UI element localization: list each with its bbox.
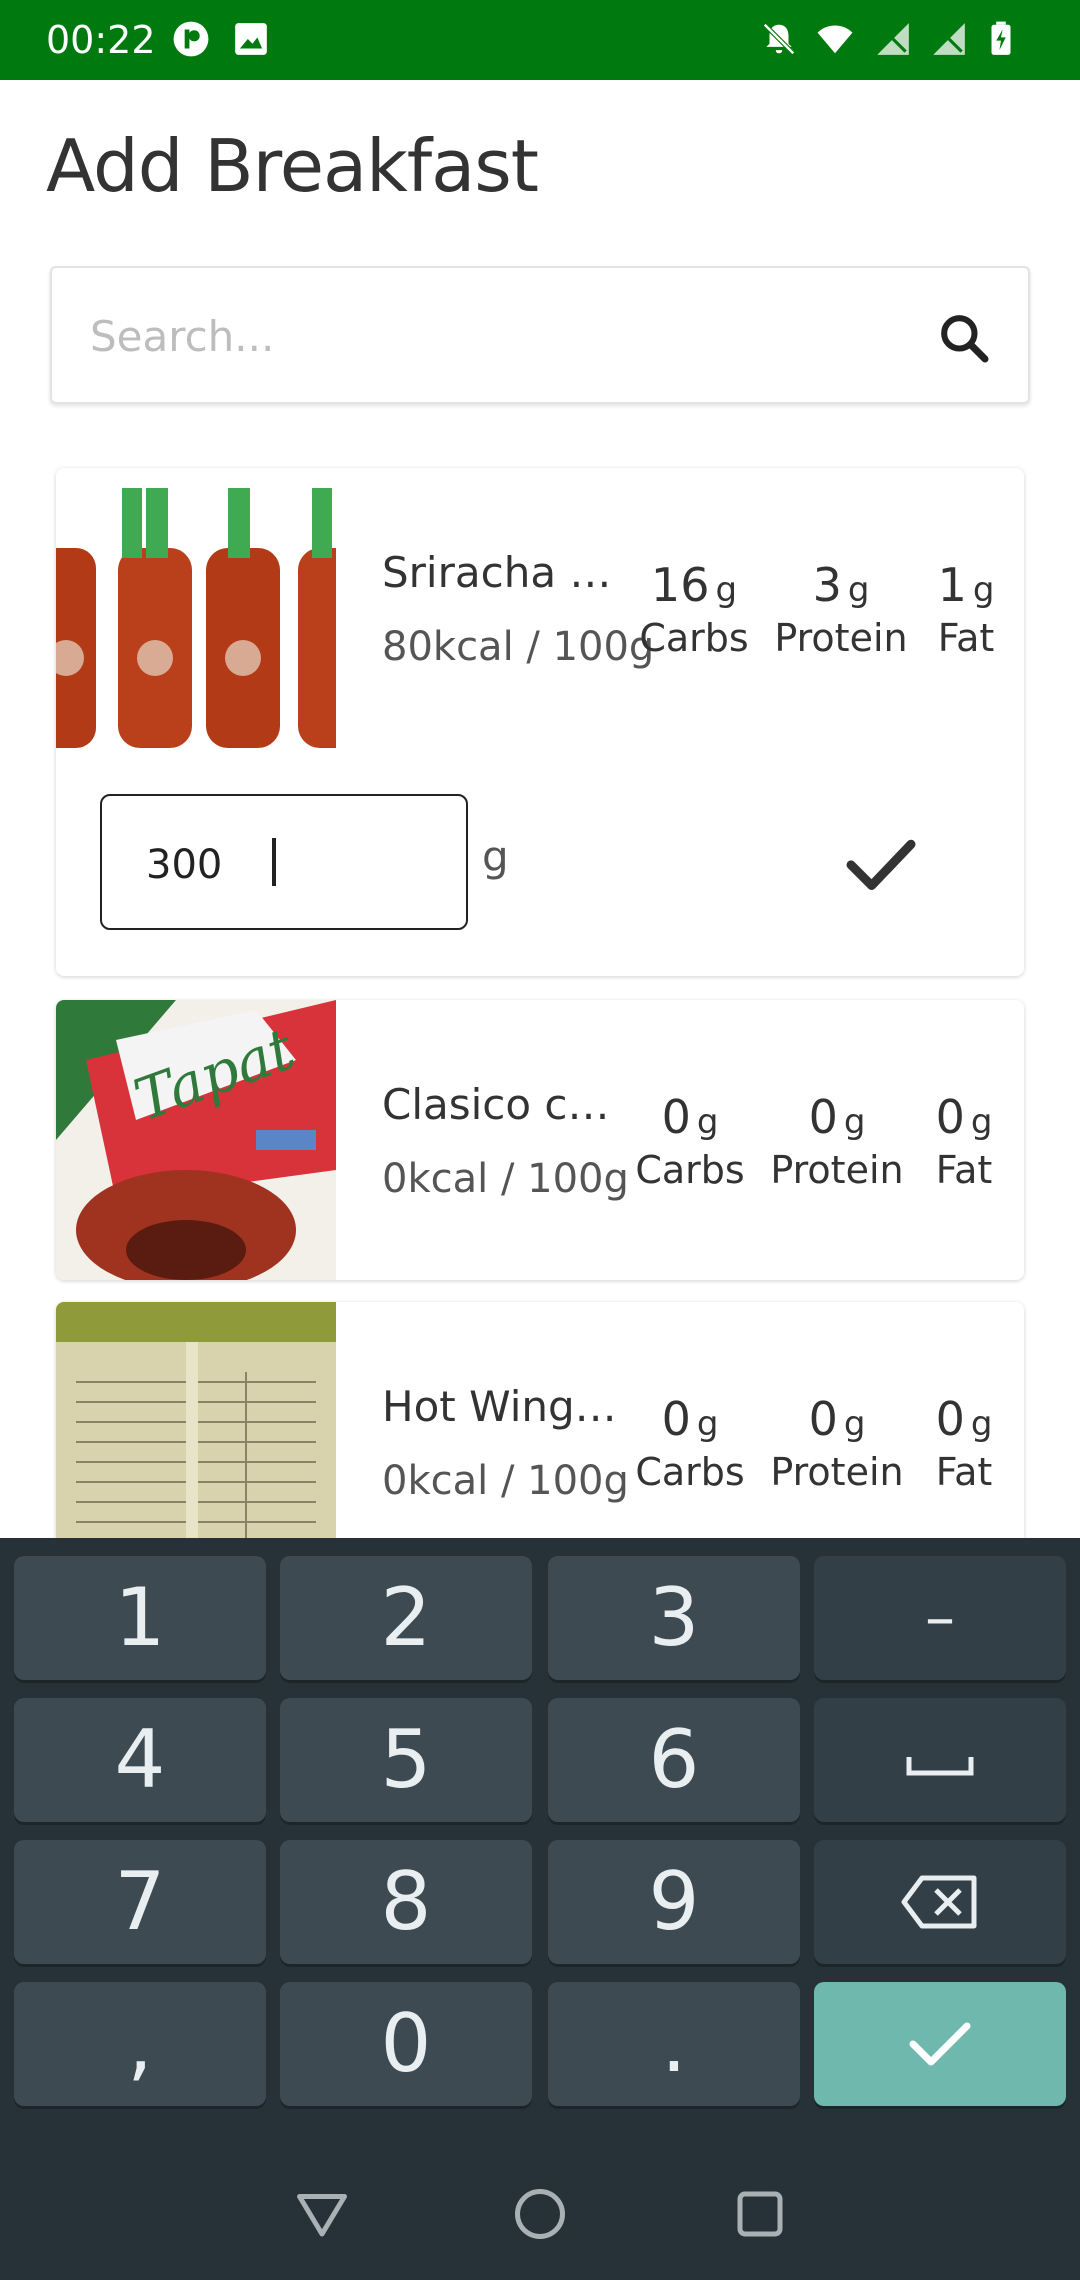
macro-carbs: 16 g Carbs: [634, 558, 754, 660]
macro-carbs: 0g Carbs: [630, 1090, 750, 1192]
home-circle-icon[interactable]: [510, 2184, 570, 2244]
battery-charging-icon: [991, 21, 1011, 55]
image-icon: [235, 23, 267, 55]
key-6[interactable]: 6: [548, 1698, 800, 1822]
macro-protein: 0g Protein: [762, 1090, 912, 1192]
key-9[interactable]: 9: [548, 1840, 800, 1964]
macro-fat: 0g Fat: [914, 1090, 1014, 1192]
key-7[interactable]: 7: [14, 1840, 266, 1964]
macro-protein: 0g Protein: [762, 1392, 912, 1494]
fat-value: 0: [935, 1392, 965, 1446]
amount-field[interactable]: [100, 794, 468, 930]
protein-value: 3: [812, 558, 842, 612]
amount-unit: g: [482, 832, 509, 881]
food-name: Clasico chil...: [382, 1080, 632, 1129]
fat-value: 0: [935, 1090, 965, 1144]
key-backspace[interactable]: [814, 1840, 1066, 1964]
carbs-label: Carbs: [635, 1148, 745, 1192]
key-1[interactable]: 1: [14, 1556, 266, 1680]
signal-off-icon: [933, 23, 965, 55]
key-8[interactable]: 8: [280, 1840, 532, 1964]
recents-square-icon[interactable]: [730, 2184, 790, 2244]
confirm-check-icon[interactable]: [836, 818, 926, 908]
back-triangle-icon[interactable]: [292, 2184, 352, 2244]
food-name: Hot Wings 1: [382, 1382, 632, 1431]
page-title: Add Breakfast: [46, 124, 539, 208]
protein-unit: g: [847, 570, 870, 610]
key-4[interactable]: 4: [14, 1698, 266, 1822]
key-minus[interactable]: –: [814, 1556, 1066, 1680]
key-5[interactable]: 5: [280, 1698, 532, 1822]
check-icon: [909, 2022, 971, 2066]
protein-unit: g: [843, 1404, 866, 1444]
text-cursor: [272, 838, 276, 886]
fat-value: 1: [937, 558, 967, 612]
protein-label: Protein: [770, 1148, 904, 1192]
protein-value: 0: [808, 1090, 838, 1144]
app-notification-icon: [173, 21, 209, 57]
protein-label: Protein: [770, 1450, 904, 1494]
protein-unit: g: [843, 1102, 866, 1142]
search-icon[interactable]: [936, 310, 992, 366]
macro-fat: 1g Fat: [916, 558, 1016, 660]
carbs-value: 0: [661, 1392, 691, 1446]
search-box[interactable]: [50, 266, 1030, 404]
carbs-unit: g: [696, 1404, 719, 1444]
food-thumbnail: Tapat: [56, 1000, 336, 1280]
space-icon: [906, 1757, 974, 1776]
amount-input[interactable]: [144, 832, 438, 898]
food-card[interactable]: Tapat Clasico chil... 0kcal / 100g 0g Ca…: [56, 1000, 1024, 1280]
fat-unit: g: [972, 570, 995, 610]
key-space[interactable]: [814, 1698, 1066, 1822]
carbs-unit: g: [696, 1102, 719, 1142]
protein-value: 0: [808, 1392, 838, 1446]
food-kcal: 0kcal / 100g: [382, 1156, 629, 1202]
food-card[interactable]: Sriracha ho... 80kcal / 100g 16g Carbs 3…: [56, 468, 1024, 976]
key-0[interactable]: 0: [280, 1982, 532, 2106]
search-input[interactable]: [88, 302, 912, 370]
fat-label: Fat: [935, 1450, 993, 1494]
fat-unit: g: [970, 1404, 993, 1444]
key-enter[interactable]: [814, 1982, 1066, 2106]
bell-off-icon: [763, 23, 795, 55]
food-name: Sriracha ho...: [382, 548, 632, 597]
key-3[interactable]: 3: [548, 1556, 800, 1680]
fat-label: Fat: [937, 616, 995, 660]
numeric-keyboard: 1 2 3 – 4 5 6 7 8 9 , 0 .: [0, 1538, 1080, 2280]
fat-unit: g: [970, 1102, 993, 1142]
key-comma[interactable]: ,: [14, 1982, 266, 2106]
carbs-value: 0: [661, 1090, 691, 1144]
carbs-unit: g: [715, 570, 738, 610]
status-bar: 00:22: [0, 0, 1080, 80]
key-2[interactable]: 2: [280, 1556, 532, 1680]
macro-fat: 0g Fat: [914, 1392, 1014, 1494]
food-kcal: 0kcal / 100g: [382, 1458, 629, 1504]
key-period[interactable]: .: [548, 1982, 800, 2106]
backspace-icon: [901, 1875, 977, 1929]
carbs-label: Carbs: [635, 1450, 745, 1494]
signal-off-icon: [877, 23, 909, 55]
food-thumbnail: [56, 468, 336, 748]
status-time: 00:22: [46, 18, 156, 62]
food-kcal: 80kcal / 100g: [382, 624, 655, 670]
protein-label: Protein: [774, 616, 908, 660]
carbs-value: 16: [650, 558, 710, 612]
carbs-label: Carbs: [639, 616, 749, 660]
macro-carbs: 0g Carbs: [630, 1392, 750, 1494]
fat-label: Fat: [935, 1148, 993, 1192]
macro-protein: 3g Protein: [766, 558, 916, 660]
wifi-icon: [817, 25, 853, 54]
